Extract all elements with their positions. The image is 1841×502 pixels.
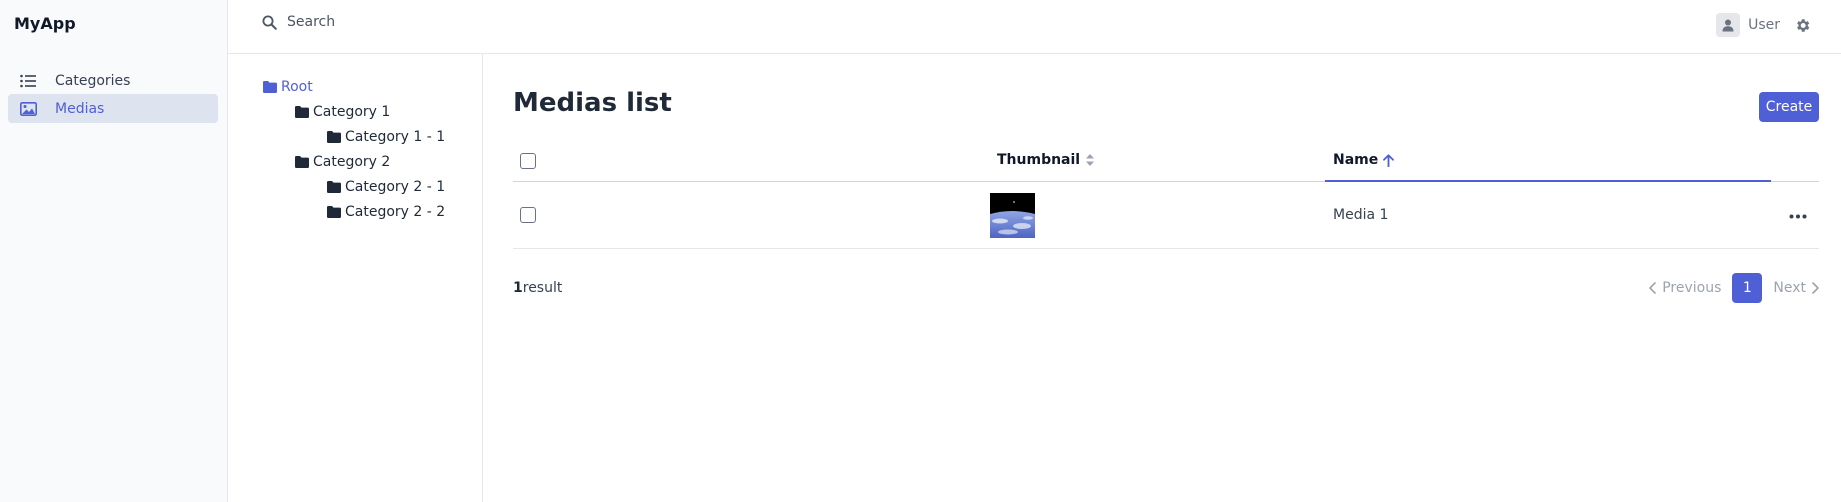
sidebar-item-categories[interactable]: Categories	[8, 66, 218, 95]
tree-node-category-1[interactable]: Category 1	[295, 104, 390, 120]
gear-icon[interactable]	[1794, 17, 1811, 34]
tree-node-label: Category 2 - 1	[345, 179, 446, 195]
next-page-label: Next	[1773, 280, 1806, 296]
tree-node-label: Category 1	[313, 104, 391, 120]
tree-node-label: Category 2	[313, 154, 391, 170]
folder-icon	[327, 131, 341, 143]
topbar: User	[228, 0, 1841, 54]
tree-node-category-1-1[interactable]: Category 1 - 1	[327, 129, 445, 145]
table-header: Thumbnail Name	[513, 140, 1819, 182]
sidebar-item-label: Medias	[55, 100, 105, 117]
search-icon	[262, 15, 277, 30]
tree-node-category-2-2[interactable]: Category 2 - 2	[327, 204, 445, 220]
tree-node-label: Category 1 - 1	[345, 129, 446, 145]
pagination: Previous 1 Next	[1649, 272, 1819, 304]
folder-icon	[327, 181, 341, 193]
user-menu[interactable]: User	[1716, 13, 1811, 37]
column-header-name[interactable]: Name	[1325, 140, 1771, 182]
arrow-up-icon	[1383, 153, 1395, 167]
page-number-button[interactable]: 1	[1732, 273, 1763, 303]
chevron-right-icon	[1812, 282, 1819, 294]
search-box	[262, 14, 587, 30]
result-count-label: result	[522, 280, 563, 296]
folder-icon	[295, 106, 309, 118]
next-page-button[interactable]: Next	[1773, 280, 1819, 296]
sort-icon	[1085, 153, 1095, 167]
folder-icon	[295, 156, 309, 168]
folder-icon	[263, 81, 277, 93]
list-icon	[16, 73, 40, 89]
tree-node-root[interactable]: Root	[263, 79, 313, 95]
folder-icon	[327, 206, 341, 218]
app-title: MyApp	[14, 14, 76, 33]
chevron-left-icon	[1649, 282, 1657, 294]
medias-table: Thumbnail Name Media 1	[513, 140, 1819, 249]
tree-node-category-2[interactable]: Category 2	[295, 154, 390, 170]
tree-node-label: Category 2 - 2	[345, 204, 446, 220]
create-button[interactable]: Create	[1759, 92, 1819, 122]
more-actions-icon[interactable]	[1788, 206, 1808, 226]
result-count: 1result	[513, 280, 562, 296]
column-header-label: Thumbnail	[997, 152, 1081, 168]
main-content: Medias list Create Thumbnail Name Media …	[484, 54, 1841, 502]
table-row[interactable]: Media 1	[513, 182, 1819, 249]
user-label: User	[1748, 17, 1780, 33]
previous-page-button[interactable]: Previous	[1649, 280, 1721, 296]
table-footer: 1result Previous 1 Next	[513, 272, 1819, 304]
user-avatar-icon	[1716, 13, 1741, 37]
select-all-checkbox[interactable]	[520, 153, 536, 169]
column-header-label: Name	[1333, 152, 1379, 168]
sidebar-item-medias[interactable]: Medias	[8, 94, 218, 123]
tree-node-label: Root	[281, 79, 313, 95]
column-header-thumbnail[interactable]: Thumbnail	[997, 152, 1095, 168]
previous-page-label: Previous	[1662, 280, 1722, 296]
search-input[interactable]	[287, 14, 587, 30]
sidebar-item-label: Categories	[55, 72, 131, 89]
category-tree: Root Category 1 Category 1 - 1 Category …	[228, 54, 483, 502]
result-count-number: 1	[513, 280, 523, 296]
image-icon	[16, 101, 40, 117]
media-thumbnail[interactable]	[990, 193, 1035, 238]
row-checkbox[interactable]	[520, 207, 536, 223]
media-name: Media 1	[1333, 207, 1389, 223]
sidebar: MyApp Categories Medias	[0, 0, 228, 502]
tree-node-category-2-1[interactable]: Category 2 - 1	[327, 179, 445, 195]
page-title: Medias list	[513, 88, 672, 118]
